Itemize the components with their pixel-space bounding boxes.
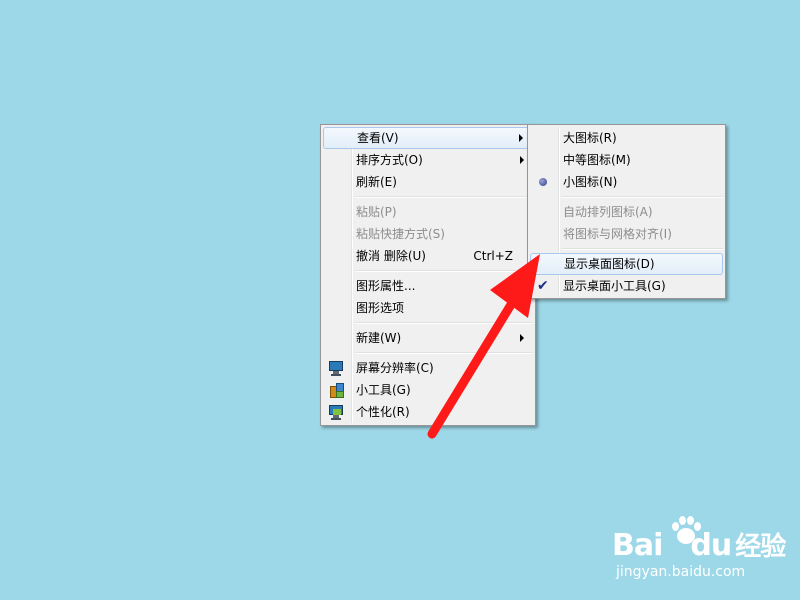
baidu-logo-text: Bai du 经验	[612, 528, 786, 563]
annotation-arrow	[427, 254, 540, 439]
watermark-url: jingyan.baidu.com	[616, 564, 746, 580]
